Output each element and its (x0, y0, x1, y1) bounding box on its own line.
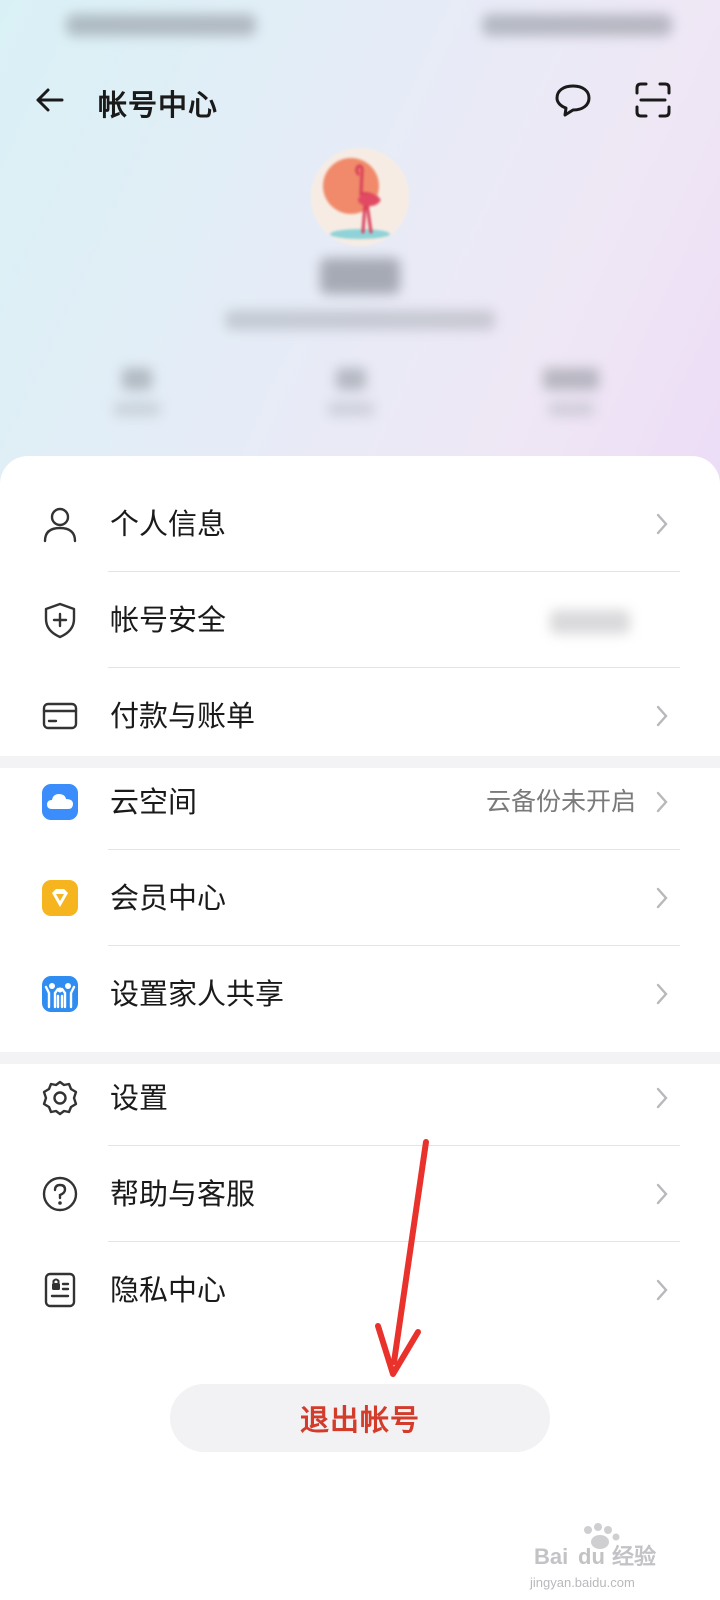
security-status-blurred (550, 610, 630, 634)
question-icon (40, 1174, 80, 1214)
chevron-right-icon (654, 702, 670, 730)
baidu-jingyan-watermark: Bai du 经验 jingyan.baidu.com (530, 1520, 680, 1590)
gear-icon (40, 1078, 80, 1118)
message-button[interactable] (549, 76, 597, 124)
page-title: 帐号中心 (98, 88, 219, 122)
menu-item-personal-info[interactable]: 个人信息 (0, 476, 720, 572)
svg-text:经验: 经验 (612, 1544, 656, 1570)
menu-item-family-sharing[interactable]: 设置家人共享 (0, 946, 720, 1042)
menu-item-privacy-center[interactable]: 隐私中心 (0, 1242, 720, 1338)
menu-item-label: 个人信息 (110, 507, 227, 541)
services-section: 云空间 云备份未开启 会员中心 设置家人共享 (0, 768, 720, 1052)
menu-item-label: 会员中心 (110, 881, 227, 915)
chevron-right-icon (654, 980, 670, 1008)
menu-item-label: 隐私中心 (110, 1273, 227, 1307)
status-bar-right-blurred (482, 14, 672, 36)
account-section: 个人信息 帐号安全 付款与账单 (0, 456, 720, 756)
card-icon (40, 696, 80, 736)
privacy-icon (40, 1270, 80, 1310)
watermark-url: jingyan.baidu.com (530, 1575, 635, 1590)
status-bar (0, 0, 720, 56)
chevron-right-icon (654, 1180, 670, 1208)
cloud-backup-status: 云备份未开启 (485, 787, 636, 816)
cloud-icon (40, 782, 80, 822)
status-bar-left-blurred (66, 14, 256, 36)
flamingo-avatar-image (311, 148, 409, 246)
chevron-right-icon (654, 1084, 670, 1112)
stat-1-blurred (92, 368, 182, 420)
profile-name-blurred (320, 258, 400, 294)
menu-item-label: 帮助与客服 (110, 1177, 256, 1211)
menu-item-payment-billing[interactable]: 付款与账单 (0, 668, 720, 764)
chat-bubble-icon (555, 84, 591, 117)
stat-3-blurred (526, 368, 616, 420)
svg-text:du: du (578, 1544, 605, 1569)
menu-item-label: 云空间 (110, 785, 198, 819)
menu-item-help-support[interactable]: 帮助与客服 (0, 1146, 720, 1242)
menu-item-label: 设置家人共享 (110, 977, 285, 1011)
scan-button[interactable] (629, 76, 677, 124)
menu-item-settings[interactable]: 设置 (0, 1050, 720, 1146)
profile-id-blurred (225, 310, 495, 330)
menu-item-cloud[interactable]: 云空间 云备份未开启 (0, 754, 720, 850)
stat-2-blurred (306, 368, 396, 420)
diamond-icon (40, 878, 80, 918)
menu-item-member-center[interactable]: 会员中心 (0, 850, 720, 946)
menu-item-label: 付款与账单 (110, 699, 256, 733)
arrow-left-icon (36, 88, 64, 112)
back-button[interactable] (26, 76, 74, 124)
scan-icon (635, 82, 671, 118)
menu-item-label: 设置 (110, 1081, 169, 1115)
chevron-right-icon (654, 510, 670, 538)
family-icon (40, 974, 80, 1014)
avatar[interactable] (311, 148, 409, 246)
menu-item-label: 帐号安全 (110, 603, 227, 637)
chevron-right-icon (654, 788, 670, 816)
menu-item-account-security[interactable]: 帐号安全 (0, 572, 720, 668)
baidu-paw-logo: Bai du 经验 (534, 1523, 656, 1570)
top-app-bar: 帐号中心 (0, 64, 720, 136)
chevron-right-icon (654, 1276, 670, 1304)
shield-plus-icon (40, 600, 80, 640)
chevron-right-icon (654, 884, 670, 912)
logout-button[interactable]: 退出帐号 (170, 1384, 550, 1452)
svg-text:Bai: Bai (534, 1544, 568, 1569)
person-icon (40, 504, 80, 544)
